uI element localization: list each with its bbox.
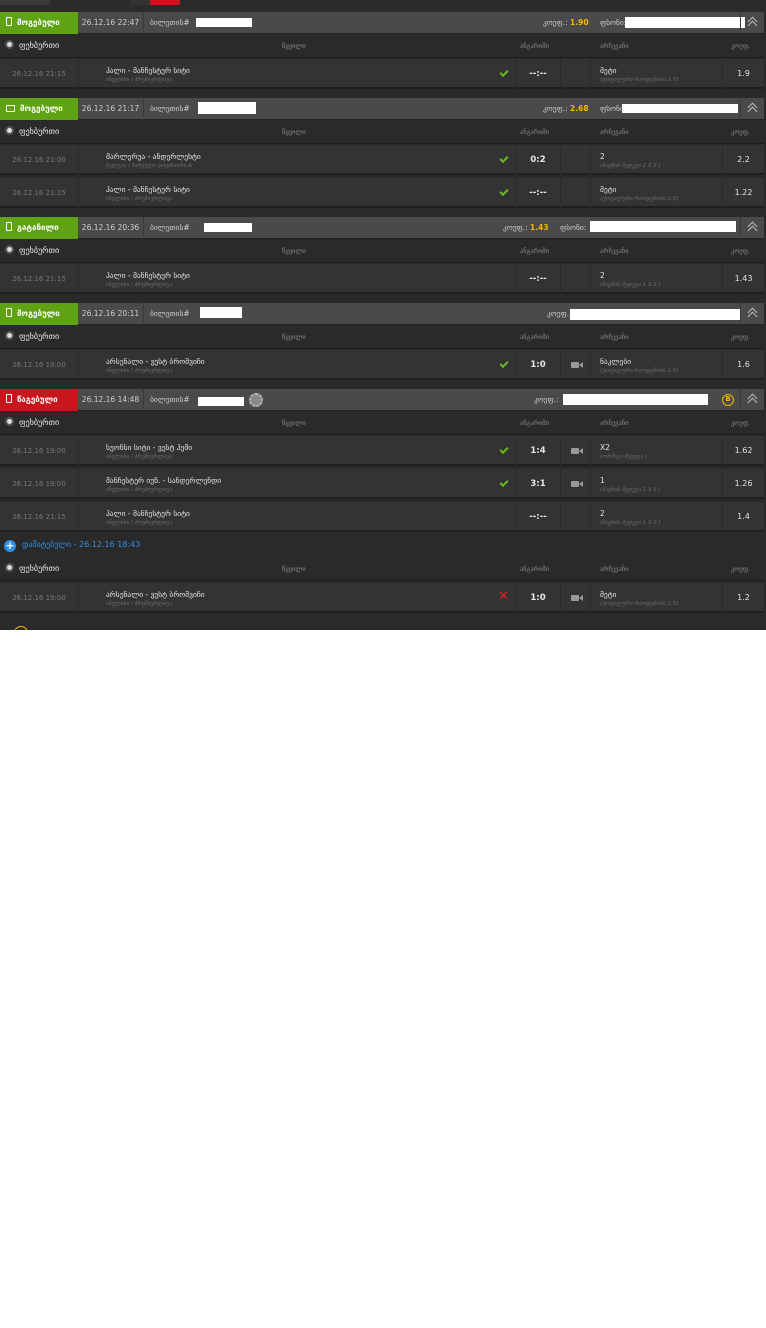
- bet-header: მოგებული 26.12.16 21:17 ბილეთის# კოეფ.: …: [0, 98, 764, 120]
- column-header: ფეხბურთი წყვილი ანგარიში არჩევანი კოეფ.: [0, 120, 764, 144]
- ticket-label: ბილეთის#: [150, 18, 190, 27]
- collapse-icon[interactable]: [740, 12, 764, 34]
- redacted-stake: [570, 309, 741, 320]
- table-row[interactable]: 26.12.16 21:15 ჰალი - მანჩესტერ სიტი ინგ…: [0, 178, 764, 208]
- stake-label: ფსონი:: [600, 18, 627, 27]
- top-tab-active[interactable]: [150, 0, 180, 5]
- column-header: ფეხბურთი წყვილი ანგარიში არჩევანი კოეფ.: [0, 557, 764, 581]
- bet-date: 26.12.16 20:36: [78, 217, 144, 239]
- bet-date: 26.12.16 22:47: [78, 12, 144, 34]
- collapse-icon[interactable]: [740, 217, 764, 239]
- football-icon: [5, 40, 14, 49]
- ticket-label: ბილეთის#: [150, 104, 190, 113]
- plus-icon: +: [4, 539, 16, 552]
- table-row[interactable]: 26.12.16 19:00 არსენალი - ვესტ ბრომვიჩი …: [0, 350, 764, 380]
- system-bet-icon: [249, 393, 263, 407]
- total-coef: კოეფ.: 1.43: [503, 223, 549, 232]
- table-row[interactable]: 26.12.16 19:00 სუონსი სიტი - ვესტ ჰემი ი…: [0, 436, 764, 466]
- phone-icon: [6, 308, 12, 317]
- football-icon: [5, 417, 14, 426]
- top-tab-strip: [0, 0, 766, 12]
- redacted-ticket-number: [200, 307, 242, 318]
- table-row[interactable]: 26.12.16 19:00 არსენალი - ვესტ ბრომვიჩი …: [0, 583, 764, 613]
- redacted-stake: [590, 221, 736, 232]
- bonus-icon: B: [722, 394, 734, 406]
- top-tab[interactable]: [0, 0, 50, 5]
- stake-label: ფსონი:: [560, 223, 587, 232]
- table-row[interactable]: 26.12.16 21:15 ჰალი - მანჩესტერ სიტი ინგ…: [0, 264, 764, 294]
- collapse-icon[interactable]: [740, 389, 764, 411]
- table-row[interactable]: 26.12.16 21:15 ჰალი - მანჩესტერ სიტი ინგ…: [0, 502, 764, 532]
- redacted-stake: [563, 394, 708, 405]
- redacted-ticket-number: [196, 18, 252, 27]
- ticket-label: ბილეთის#: [150, 309, 190, 318]
- football-icon: [5, 563, 14, 572]
- cross-icon: ✕: [498, 589, 509, 604]
- collapse-icon[interactable]: [740, 303, 764, 325]
- desktop-icon: [6, 105, 15, 112]
- status-badge: მოგებული: [0, 303, 78, 325]
- status-badge: მოგებული: [0, 12, 78, 34]
- bet-date: 26.12.16 14:48: [78, 389, 144, 411]
- table-row[interactable]: 26.12.16 19:00 მანჩესტერ იუნ. - სანდერლე…: [0, 469, 764, 499]
- phone-icon: [6, 17, 12, 26]
- football-icon: [5, 245, 14, 254]
- video-camera-icon[interactable]: [561, 350, 591, 380]
- video-camera-icon[interactable]: [561, 583, 591, 613]
- total-coef: კოეფ.:: [547, 309, 572, 318]
- status-badge: მოგებული: [0, 98, 78, 120]
- table-row[interactable]: 26.12.16 21:00 მარლერუა - ანდერლეხტი ბელ…: [0, 145, 764, 175]
- column-header: ფეხბურთი წყვილი ანგარიში არჩევანი კოეფ.: [0, 411, 764, 435]
- video-camera-icon[interactable]: [561, 469, 591, 499]
- column-header: ფეხბურთი წყვილი ანგარიში არჩევანი კოეფ.: [0, 34, 764, 58]
- added-event-toggle[interactable]: + დამატებული - 26.12.16 18:43: [4, 538, 140, 552]
- football-icon: [5, 331, 14, 340]
- football-icon: [5, 126, 14, 135]
- bet-header: წაგებული 26.12.16 14:48 ბილეთის# კოეფ.: …: [0, 389, 764, 411]
- phone-icon: [6, 394, 12, 403]
- collapse-icon[interactable]: [740, 98, 764, 120]
- bet-header: გატანილი 26.12.16 20:36 ბილეთის# კოეფ.: …: [0, 217, 764, 239]
- ticket-label: ბილეთის#: [150, 223, 190, 232]
- redacted-stake: [622, 104, 738, 113]
- redacted-ticket-number: [198, 397, 244, 406]
- total-coef: კოეფ.: 1.90: [543, 18, 589, 27]
- bet-header: მოგებული 26.12.16 20:11 ბილეთის# კოეფ.:: [0, 303, 764, 325]
- status-badge: გატანილი: [0, 217, 78, 239]
- redacted-ticket-number: [204, 223, 252, 232]
- bet-date: 26.12.16 21:17: [78, 98, 144, 120]
- phone-icon: [6, 222, 12, 231]
- column-header: ფეხბურთი წყვილი ანგარიში არჩევანი კოეფ.: [0, 239, 764, 263]
- coin-icon: [14, 626, 28, 630]
- status-badge: წაგებული: [0, 389, 78, 411]
- bet-header: მოგებული 26.12.16 22:47 ბილეთის# კოეფ.: …: [0, 12, 764, 34]
- bet-history-panel: მოგებული 26.12.16 22:47 ბილეთის# კოეფ.: …: [0, 0, 766, 630]
- total-coef: კოეფ.:: [534, 395, 559, 404]
- column-header: ფეხბურთი წყვილი ანგარიში არჩევანი კოეფ.: [0, 325, 764, 349]
- video-camera-icon[interactable]: [561, 436, 591, 466]
- bet-date: 26.12.16 20:11: [78, 303, 144, 325]
- ticket-label: ბილეთის#: [150, 395, 190, 404]
- total-coef: კოეფ.: 2.68: [543, 104, 589, 113]
- redacted-stake: [625, 17, 745, 28]
- redacted-ticket-number: [198, 102, 256, 114]
- table-row[interactable]: 26.12.16 21:15 ჰალი - მანჩესტერ სიტი ინგ…: [0, 59, 764, 89]
